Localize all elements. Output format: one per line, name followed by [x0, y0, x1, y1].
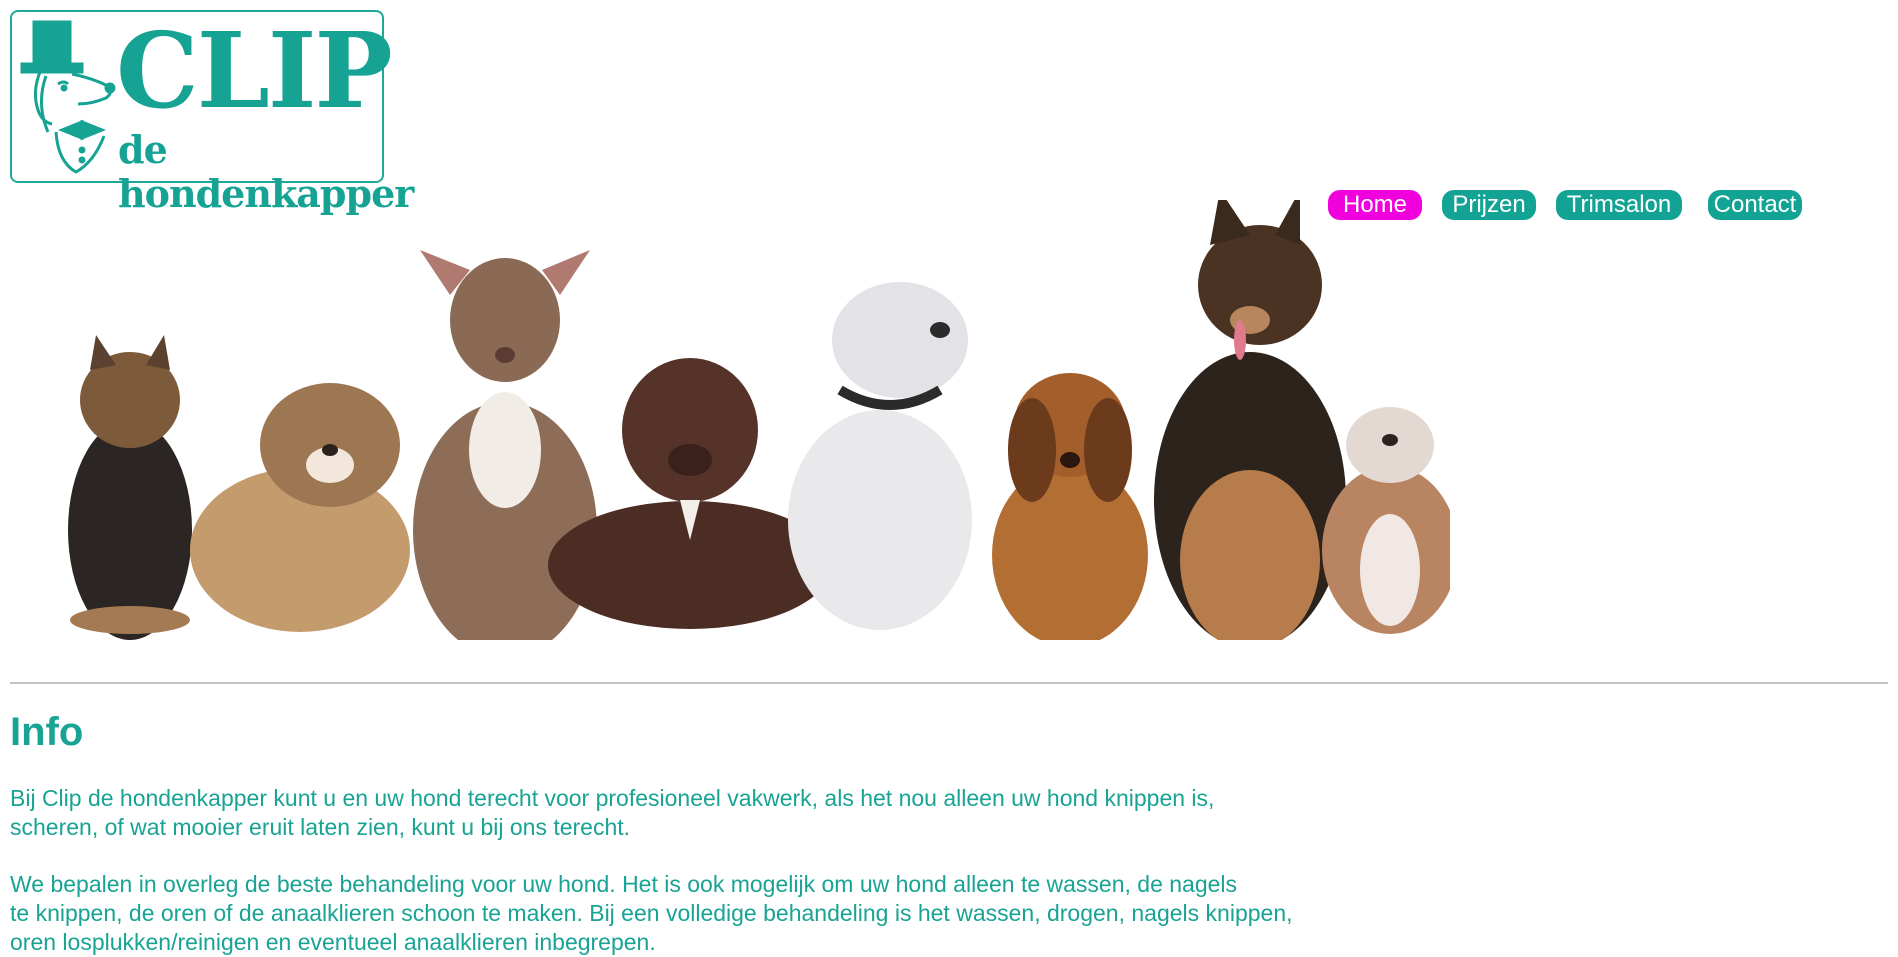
english-bulldog-puppy	[1322, 407, 1450, 634]
divider	[10, 682, 1888, 684]
yorkie-puppy	[68, 335, 192, 640]
site-logo[interactable]: CLIP de hondenkapper	[10, 10, 414, 216]
nav-contact[interactable]: Contact	[1708, 190, 1802, 220]
nav-trimsalon[interactable]: Trimsalon	[1556, 190, 1682, 220]
fluffy-puppy	[190, 383, 410, 632]
dachshund-puppy	[992, 373, 1148, 640]
intro-paragraph: Bij Clip de hondenkapper kunt u en uw ho…	[10, 785, 1215, 840]
german-shepherd-puppy	[1154, 200, 1346, 640]
treatment-paragraph: We bepalen in overleg de beste behandeli…	[10, 871, 1293, 955]
nav-prijzen[interactable]: Prijzen	[1442, 190, 1536, 220]
page-title: Info	[10, 710, 84, 754]
puppies-hero-image	[68, 200, 1450, 640]
logo-title: CLIP	[116, 9, 393, 132]
white-bulldog-puppy	[788, 282, 972, 630]
